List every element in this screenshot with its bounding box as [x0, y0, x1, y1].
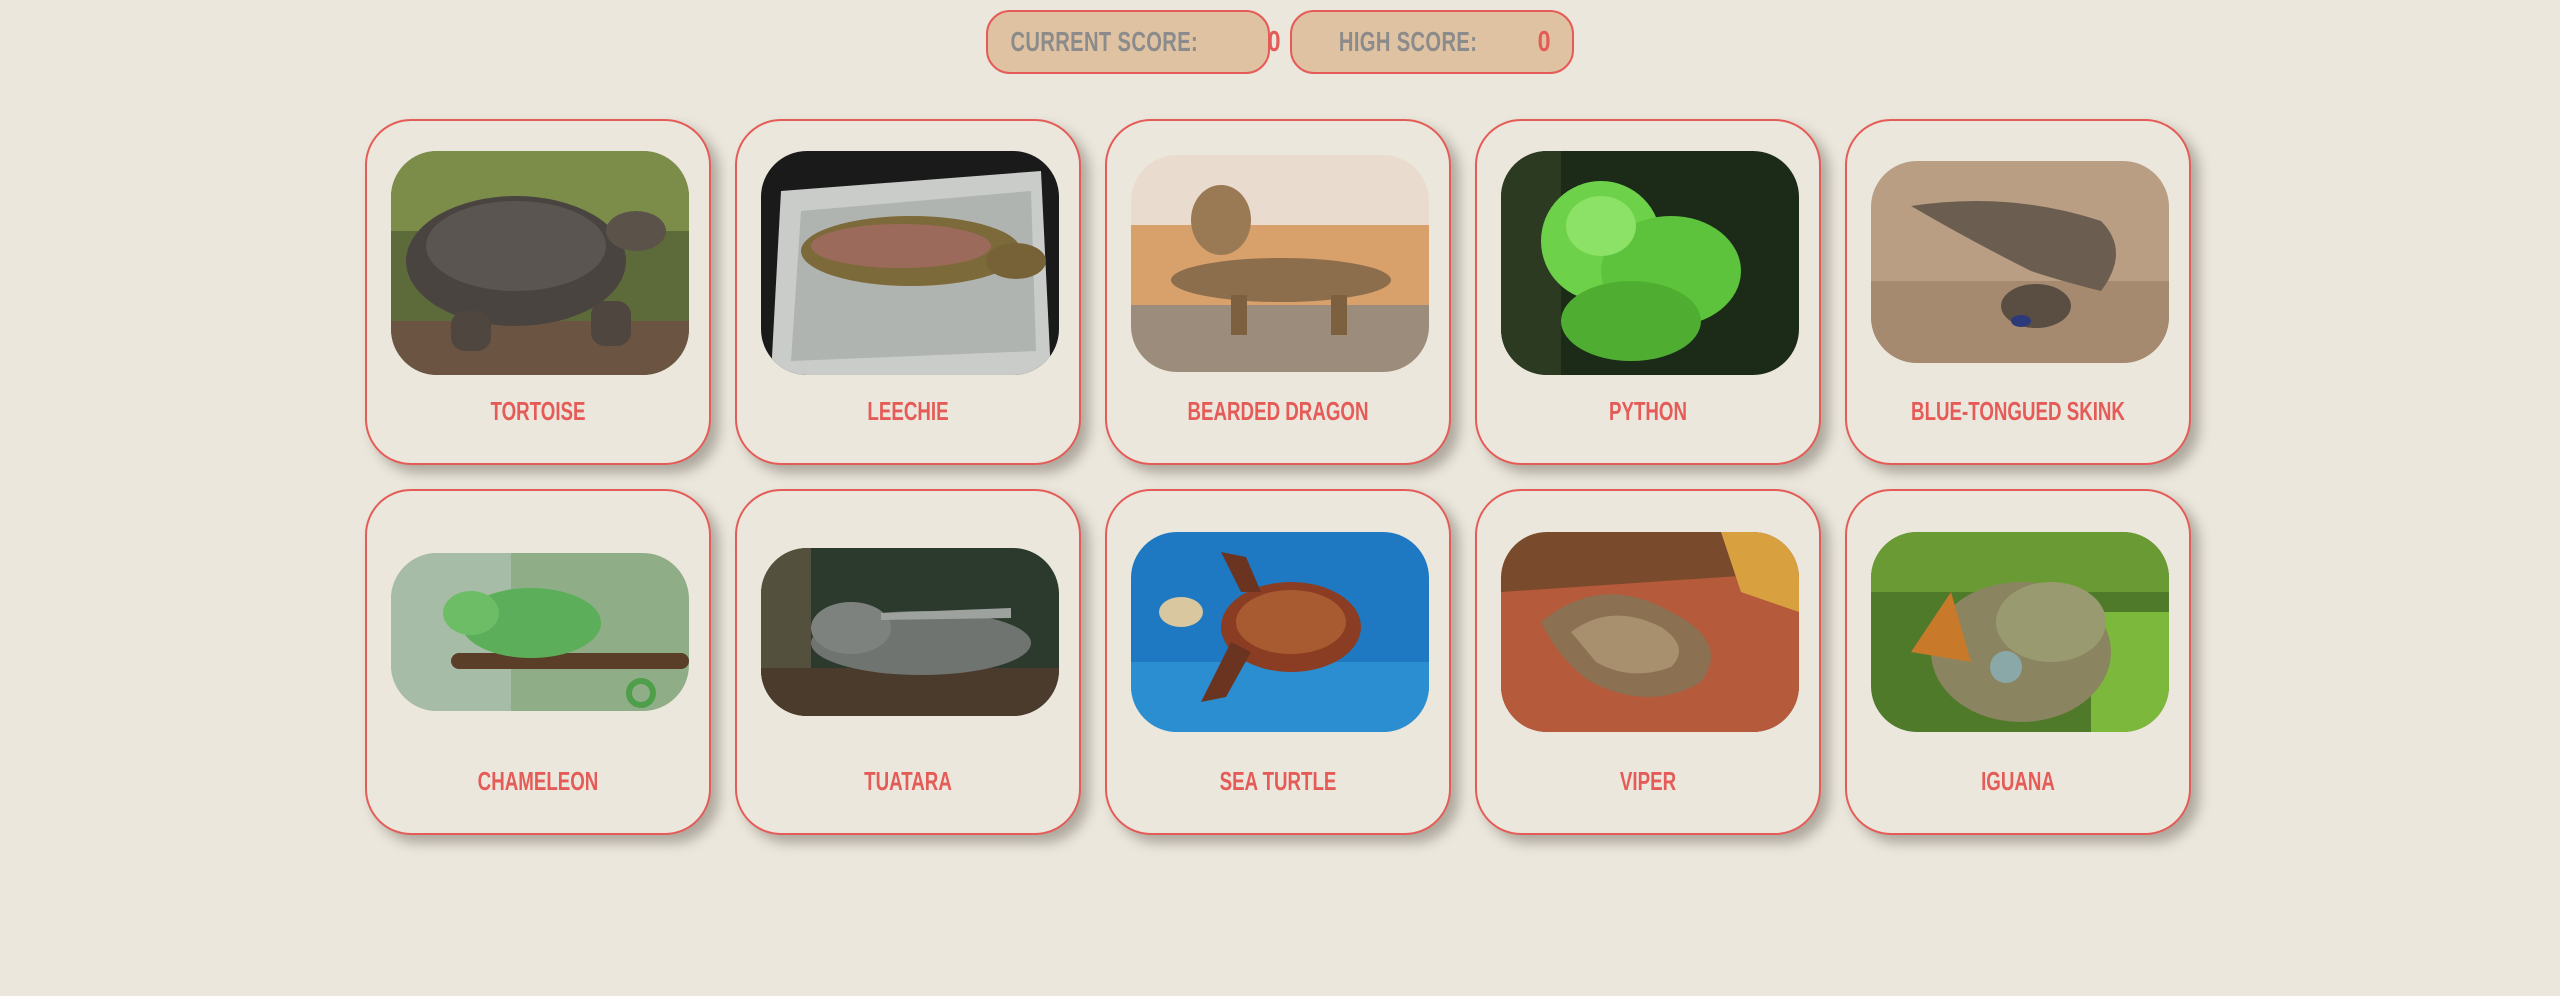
card-name: BLUE-TONGUED SKINK	[1911, 396, 2125, 426]
card-name: LEECHIE	[867, 396, 949, 426]
card-iguana[interactable]: IGUANA	[1845, 489, 2191, 835]
iguana-image	[1871, 532, 2169, 732]
blue-tongued-skink-image	[1871, 161, 2169, 363]
scoreboard: CURRENT SCORE: 0 HIGH SCORE: 0	[0, 10, 2560, 74]
current-score-badge: CURRENT SCORE: 0	[986, 10, 1281, 74]
card-blue-tongued-skink[interactable]: BLUE-TONGUED SKINK	[1845, 119, 2191, 465]
leechie-image	[761, 151, 1059, 375]
card-grid: TORTOISE LEECHIE BEARDED DRAGON PYTHON B…	[365, 119, 2195, 835]
sea-turtle-image	[1131, 532, 1429, 732]
card-name: IGUANA	[1981, 766, 2055, 796]
card-name: PYTHON	[1608, 396, 1688, 426]
card-tuatara[interactable]: TUATARA	[735, 489, 1081, 835]
current-score-label: CURRENT SCORE:	[1010, 26, 1198, 57]
card-name: VIPER	[1619, 766, 1677, 796]
card-name: CHAMELEON	[477, 766, 599, 796]
high-score-badge: HIGH SCORE: 0	[1290, 10, 1574, 74]
card-sea-turtle[interactable]: SEA TURTLE	[1105, 489, 1451, 835]
tortoise-image	[391, 151, 689, 375]
card-chameleon[interactable]: CHAMELEON	[365, 489, 711, 835]
current-score-value: 0	[1267, 25, 1281, 58]
card-bearded-dragon[interactable]: BEARDED DRAGON	[1105, 119, 1451, 465]
card-name: SEA TURTLE	[1219, 766, 1337, 796]
card-leechie[interactable]: LEECHIE	[735, 119, 1081, 465]
python-image	[1501, 151, 1799, 375]
card-python[interactable]: PYTHON	[1475, 119, 1821, 465]
card-name: BEARDED DRAGON	[1187, 396, 1369, 426]
bearded-dragon-image	[1131, 155, 1429, 372]
high-score-value: 0	[1537, 25, 1551, 58]
chameleon-image	[391, 553, 689, 711]
card-tortoise[interactable]: TORTOISE	[365, 119, 711, 465]
card-name: TUATARA	[864, 766, 952, 796]
tuatara-image	[761, 548, 1059, 716]
card-name: TORTOISE	[490, 396, 586, 426]
high-score-label: HIGH SCORE:	[1338, 26, 1478, 57]
viper-image	[1501, 532, 1799, 732]
card-viper[interactable]: VIPER	[1475, 489, 1821, 835]
